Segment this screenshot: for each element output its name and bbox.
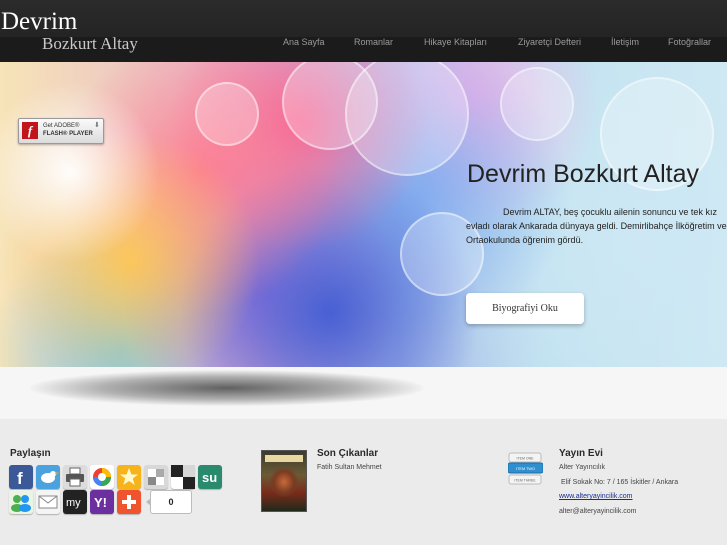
bokeh-circle: [345, 62, 469, 176]
publisher-title: Yayın Evi: [559, 448, 603, 459]
logo-item-three: ITEM THREE: [514, 479, 536, 483]
latest-releases-title: Son Çıkanlar: [317, 448, 379, 459]
shelf-shadow: [30, 370, 424, 406]
more-icon[interactable]: [117, 490, 141, 514]
myspace-icon[interactable]: my: [63, 490, 87, 514]
email-icon[interactable]: [36, 490, 60, 514]
nav-fotograflar[interactable]: Fotoğrallar: [668, 37, 711, 51]
nav-hikaye-kitaplari[interactable]: Hikaye Kitapları: [424, 37, 487, 51]
nav-iletisim[interactable]: İletişim: [611, 37, 639, 51]
publisher-name: Alter Yayıncılık: [559, 464, 606, 471]
google-icon[interactable]: [90, 465, 114, 489]
logo-item-two: ITEM TWO: [516, 467, 535, 471]
download-arrow-icon: ⬇: [94, 122, 100, 129]
svg-text:f: f: [17, 469, 23, 488]
nav-ana-sayfa[interactable]: Ana Sayfa: [283, 37, 325, 51]
flash-badge-line2: FLASH® PLAYER: [43, 131, 93, 137]
flash-icon: f: [22, 122, 38, 139]
stumbleupon-icon[interactable]: su: [198, 465, 222, 489]
latest-book-title[interactable]: Fatih Sultan Mehmet: [317, 464, 382, 471]
logo-first-name[interactable]: Devrim: [1, 9, 77, 34]
digg-icon[interactable]: [171, 465, 195, 489]
get-flash-player-badge[interactable]: f Get ADOBE® FLASH® PLAYER ⬇: [18, 118, 104, 144]
read-biography-button[interactable]: Biyografiyi Oku: [466, 293, 584, 324]
book-cover-label: [265, 455, 303, 462]
twitter-icon[interactable]: [36, 465, 60, 489]
hero-title: Devrim Bozkurt Altay: [467, 160, 700, 188]
svg-text:my: my: [66, 497, 81, 509]
hero-banner: f Get ADOBE® FLASH® PLAYER ⬇ Devrim Bozk…: [0, 62, 727, 367]
bokeh-circle: [500, 67, 574, 141]
book-cover-art: [270, 467, 298, 497]
facebook-icon[interactable]: f: [9, 465, 33, 489]
svg-text:Y!: Y!: [94, 495, 107, 510]
site-header: Devrim Bozkurt Altay Ana Sayfa Romanlar …: [0, 0, 727, 62]
svg-text:su: su: [202, 470, 217, 485]
share-title: Paylaşın: [10, 448, 51, 459]
publisher-address: Elif Sokak No: 7 / 165 İskitler / Ankara: [561, 479, 679, 486]
nav-ziyaretci-defteri[interactable]: Ziyaretçi Defteri: [518, 37, 581, 51]
favorites-icon[interactable]: [117, 465, 141, 489]
publisher-logo: ITEM ONE ITEM TWO ITEM THREE: [507, 451, 544, 487]
print-icon[interactable]: [63, 465, 87, 489]
nav-romanlar[interactable]: Romanlar: [354, 37, 393, 51]
share-count: 0: [146, 490, 192, 514]
hero-intro-text: Devrim ALTAY, beş çocuklu ailenin sonunc…: [466, 207, 727, 245]
yahoo-icon[interactable]: Y!: [90, 490, 114, 514]
logo-item-one: ITEM ONE: [517, 457, 535, 461]
logo-last-name[interactable]: Bozkurt Altay: [42, 35, 138, 52]
bokeh-circle: [195, 82, 259, 146]
delicious-icon[interactable]: [144, 465, 168, 489]
publisher-email[interactable]: alter@alteryayincilik.com: [559, 508, 637, 515]
book-cover-image[interactable]: [261, 450, 307, 512]
flash-badge-line1: Get ADOBE®: [43, 123, 80, 129]
publisher-website-link[interactable]: www.alteryayincilik.com: [559, 493, 633, 500]
messenger-icon[interactable]: [9, 490, 33, 514]
